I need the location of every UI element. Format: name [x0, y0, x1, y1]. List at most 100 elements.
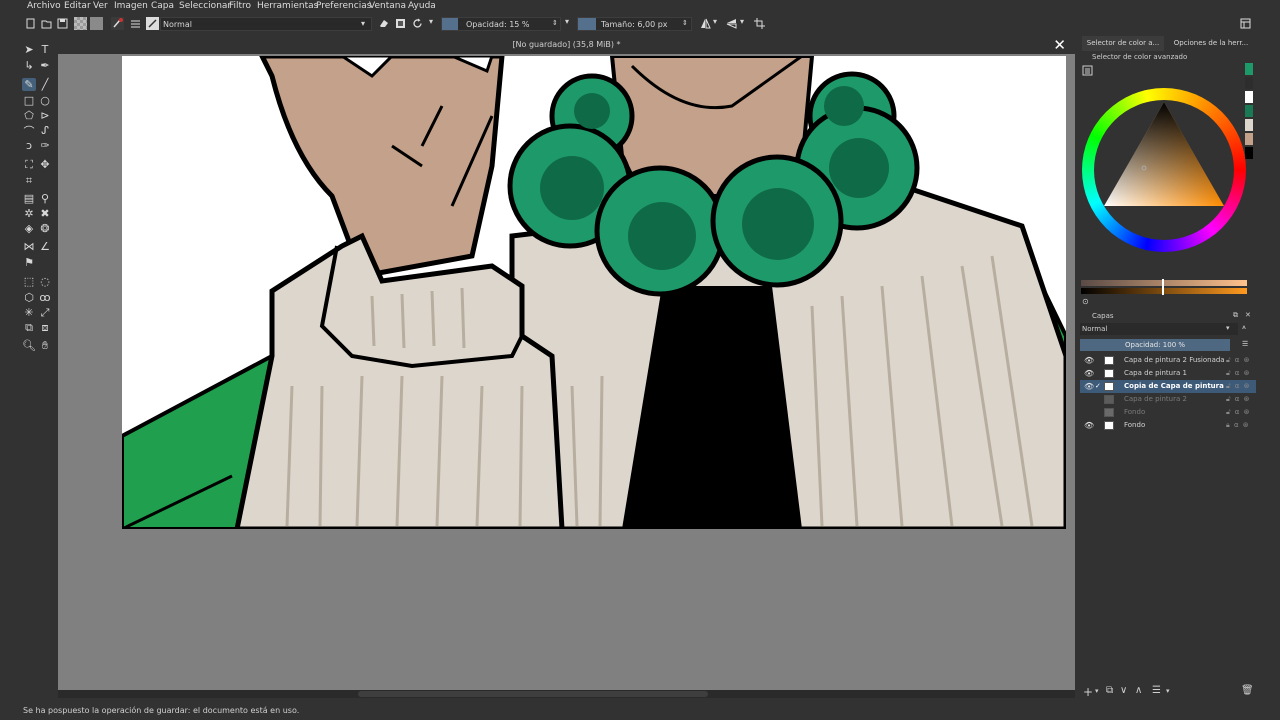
chevron-down-icon[interactable]: ▾ [740, 17, 744, 26]
chevron-down-icon[interactable]: ▾ [1095, 687, 1099, 695]
eye-icon[interactable]: 👁︎ [1084, 382, 1094, 391]
mirror-vertical-icon[interactable] [726, 18, 737, 29]
chevron-down-icon[interactable]: ▾ [1166, 687, 1170, 695]
reference-tool-icon[interactable]: ⚑ [22, 256, 36, 269]
layers-blend-select[interactable]: Normal ▾ [1080, 323, 1238, 335]
similar-selection-icon[interactable]: ⤢ [38, 306, 52, 319]
close-icon[interactable]: ✕ [1245, 311, 1251, 319]
slider-handle[interactable] [1162, 279, 1164, 295]
preserve-alpha-icon[interactable] [395, 18, 406, 29]
select-shapes-icon[interactable]: ➤ [22, 43, 36, 56]
zoom-tool-icon[interactable]: 🔍︎ [22, 339, 36, 352]
edit-brush-icon[interactable] [146, 17, 159, 30]
menu-capa[interactable]: Capa [151, 1, 174, 11]
new-document-icon[interactable] [25, 18, 36, 29]
polygonal-selection-icon[interactable]: ⬡ [22, 291, 36, 304]
chevron-down-icon[interactable]: ▾ [565, 17, 569, 26]
elliptical-selection-icon[interactable]: ◌ [38, 275, 52, 288]
freehand-path-icon[interactable]: ᔑ [38, 124, 52, 137]
layer-row[interactable]: 👁︎ Capa de pintura 2 Fusionada 🔓︎ α ⊛ [1080, 354, 1256, 367]
open-folder-icon[interactable] [41, 18, 52, 29]
dynamic-brush-icon[interactable]: ↄ [22, 139, 36, 152]
pattern-swatch[interactable] [74, 17, 87, 30]
layer-lock-icons[interactable]: 🔓︎ α ⊛ [1226, 408, 1250, 417]
color-picker-icon[interactable]: ⚲ [38, 192, 52, 205]
menu-ayuda[interactable]: Ayuda [408, 1, 436, 11]
bezier-tool-icon[interactable]: ⌒ [22, 124, 36, 138]
layer-row[interactable]: 👁︎ Capa de pintura 1 🔓︎ α ⊛ [1080, 367, 1256, 380]
swatch[interactable] [1245, 147, 1253, 159]
drawing-canvas[interactable] [122, 56, 1066, 529]
swatch[interactable] [1245, 91, 1253, 103]
bezier-selection-icon[interactable]: ⧉ [22, 321, 36, 334]
ellipse-tool-icon[interactable]: ○ [38, 94, 52, 107]
chevron-down-icon[interactable]: ▾ [713, 17, 717, 26]
freehand-selection-icon[interactable]: ꝏ [38, 291, 52, 304]
menu-preferencias[interactable]: Preferencias [316, 1, 371, 11]
layer-row[interactable]: Fondo 🔓︎ α ⊛ [1080, 406, 1256, 419]
brush-settings-icon[interactable] [130, 18, 141, 29]
gradient-tool-icon[interactable]: ▤ [22, 192, 36, 205]
calligraphy-icon[interactable]: ✒ [38, 59, 52, 72]
crop-tool-icon[interactable]: ⌗ [22, 174, 36, 187]
line-tool-icon[interactable]: ╱ [38, 78, 52, 91]
menu-archivo[interactable]: Archivo [27, 1, 61, 11]
size-slider[interactable]: Tamaño: 6,00 px ⇕ [577, 17, 692, 31]
colorize-mask-icon[interactable]: ✲ [22, 207, 36, 220]
swatch[interactable] [1245, 133, 1253, 145]
eraser-icon[interactable] [378, 18, 389, 29]
mirror-horizontal-icon[interactable] [700, 18, 711, 29]
layer-lock-icons[interactable]: 🔓︎ α ⊛ [1226, 382, 1250, 391]
color-triangle[interactable] [1082, 88, 1246, 252]
reload-preset-icon[interactable] [412, 18, 423, 29]
swatch[interactable] [1245, 77, 1253, 89]
assistant-tool-icon[interactable]: ⋈ [22, 240, 36, 253]
freehand-brush-icon[interactable]: ✎ [22, 78, 36, 91]
move-down-icon[interactable]: ∨ [1120, 685, 1127, 696]
layers-opacity-slider[interactable]: Opacidad: 100 % [1080, 339, 1230, 351]
menu-ventana[interactable]: Ventana [369, 1, 406, 11]
scrollbar-thumb[interactable] [358, 691, 708, 697]
save-icon[interactable] [57, 18, 68, 29]
menu-imagen[interactable]: Imagen [114, 1, 148, 11]
eye-icon[interactable]: 👁︎ [1084, 369, 1094, 378]
layer-row[interactable]: Capa de pintura 2 🔓︎ α ⊛ [1080, 393, 1256, 406]
filter-icon[interactable]: ⩚ [1242, 323, 1246, 332]
menu-editar[interactable]: Editar [64, 1, 91, 11]
horizontal-scrollbar[interactable] [58, 690, 1075, 698]
tab-color-selector[interactable]: Selector de color a... [1082, 36, 1164, 51]
duplicate-layer-icon[interactable]: ⧉ [1106, 685, 1113, 696]
layer-lock-icons[interactable]: 🔓︎ α ⊛ [1226, 395, 1250, 404]
swatch[interactable] [1245, 105, 1253, 117]
multibrush-icon[interactable]: ✑ [38, 139, 52, 152]
pan-tool-icon[interactable]: ✋︎ [38, 339, 52, 352]
hue-slider[interactable] [1081, 280, 1247, 286]
brush-preset-icon[interactable] [111, 17, 124, 30]
move-up-icon[interactable]: ∧ [1135, 685, 1142, 696]
layer-lock-icons[interactable]: 🔒︎ α ⊛ [1226, 421, 1250, 430]
menu-herramientas[interactable]: Herramientas [257, 1, 318, 11]
rectangle-tool-icon[interactable]: □ [22, 94, 36, 107]
menu-filtro[interactable]: Filtro [229, 1, 251, 11]
polygon-tool-icon[interactable]: ⬠ [22, 109, 36, 122]
swatch[interactable] [1245, 63, 1253, 75]
rectangular-selection-icon[interactable]: ⬚ [22, 275, 36, 288]
settings-icon[interactable] [1082, 65, 1093, 76]
wrap-around-icon[interactable] [754, 18, 765, 29]
chevron-down-icon[interactable]: ▾ [429, 17, 433, 26]
opacity-slider[interactable]: Opacidad: 15 % ⇕ [441, 17, 561, 31]
layer-row-selected[interactable]: 👁︎ ✓ Copia de Capa de pintura ... 🔓︎ α ⊛ [1080, 380, 1256, 393]
document-tab[interactable]: [No guardado] (35,8 MiB) * ✕ [58, 36, 1075, 54]
toggle-docker-icon[interactable] [1240, 18, 1251, 29]
layer-lock-icons[interactable]: 🔓︎ α ⊛ [1226, 356, 1250, 365]
move-tool-icon[interactable]: ✥ [38, 158, 52, 171]
eye-icon[interactable]: 👁︎ [1084, 421, 1094, 430]
polyline-tool-icon[interactable]: ⊳ [38, 109, 52, 122]
layer-options-icon[interactable]: ☰ [1242, 340, 1248, 348]
add-layer-icon[interactable]: + [1083, 685, 1093, 699]
close-icon[interactable]: ✕ [1053, 36, 1066, 54]
gradient-swatch[interactable] [90, 17, 103, 30]
enclose-fill-icon[interactable]: ❂ [38, 222, 52, 235]
eye-icon[interactable]: 👁︎ [1084, 356, 1094, 365]
value-slider[interactable] [1081, 288, 1247, 294]
